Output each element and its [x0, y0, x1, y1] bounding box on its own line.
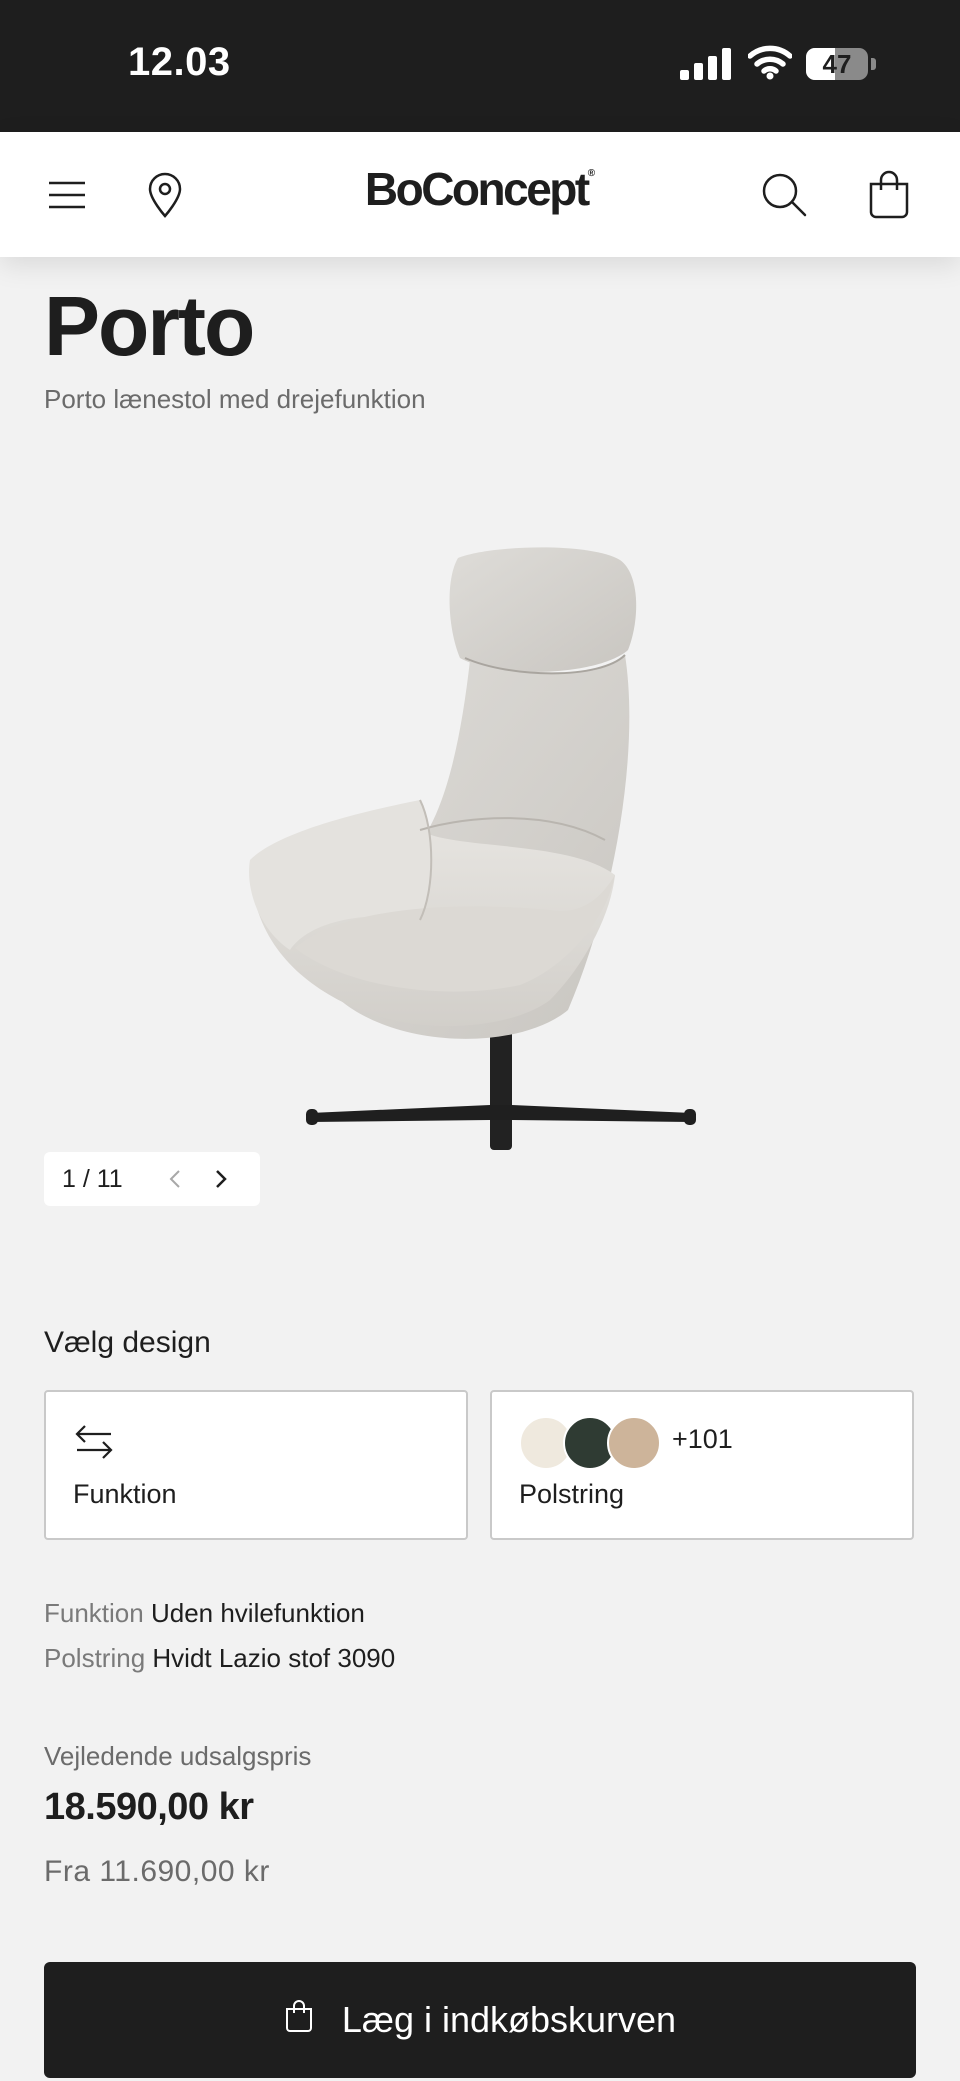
chevron-right-icon[interactable]: [198, 1152, 244, 1206]
shopping-bag-icon: [284, 1999, 314, 2042]
more-swatches-count: +101: [672, 1424, 733, 1454]
selected-upholstery: Polstring Hvidt Lazio stof 3090: [44, 1643, 395, 1674]
wifi-icon: [747, 44, 793, 85]
upholstery-option-card[interactable]: +101 Polstring: [490, 1390, 914, 1540]
selected-function: Funktion Uden hvilefunktion: [44, 1598, 365, 1629]
selected-function-key: Funktion: [44, 1598, 144, 1628]
swap-arrows-icon: [73, 1422, 115, 1467]
status-time: 12.03: [128, 40, 231, 84]
status-bar: 12.03 47: [0, 0, 960, 132]
function-card-label: Funktion: [73, 1479, 177, 1509]
fabric-swatch-beige: [607, 1416, 661, 1470]
shopping-bag-icon[interactable]: [856, 162, 922, 228]
brand-logo-mark: ®: [587, 168, 596, 179]
price: 18.590,00 kr: [44, 1786, 254, 1828]
add-to-cart-button[interactable]: Læg i indkøbskurven: [44, 1962, 916, 2078]
battery-percent: 47: [822, 49, 852, 79]
from-price: Fra 11.690,00 kr: [44, 1855, 270, 1888]
price-label: Vejledende udsalgspris: [44, 1741, 312, 1771]
cellular-signal-icon: [680, 48, 732, 85]
product-image[interactable]: [220, 530, 740, 1200]
site-header: BoConcept®: [0, 132, 960, 257]
selected-upholstery-key: Polstring: [44, 1643, 146, 1673]
page-title: Porto: [44, 279, 255, 373]
battery-cap: [871, 58, 876, 70]
add-to-cart-label: Læg i indkøbskurven: [341, 1999, 677, 2040]
gallery-count: 1 / 11: [62, 1164, 123, 1193]
battery-icon: 47: [806, 48, 868, 80]
function-option-card[interactable]: Funktion: [44, 1390, 468, 1540]
upholstery-card-label: Polstring: [519, 1479, 625, 1509]
product-subtitle: Porto lænestol med drejefunktion: [44, 384, 426, 414]
brand-logo-text: BoConcept: [364, 163, 590, 215]
design-section-label: Vælg design: [44, 1326, 211, 1359]
search-icon[interactable]: [752, 162, 818, 228]
selected-upholstery-value: Hvidt Lazio stof 3090: [152, 1643, 396, 1673]
gallery-counter: 1 / 11: [44, 1152, 260, 1206]
selected-function-value: Uden hvilefunktion: [150, 1598, 365, 1628]
chevron-left-icon[interactable]: [152, 1152, 198, 1206]
